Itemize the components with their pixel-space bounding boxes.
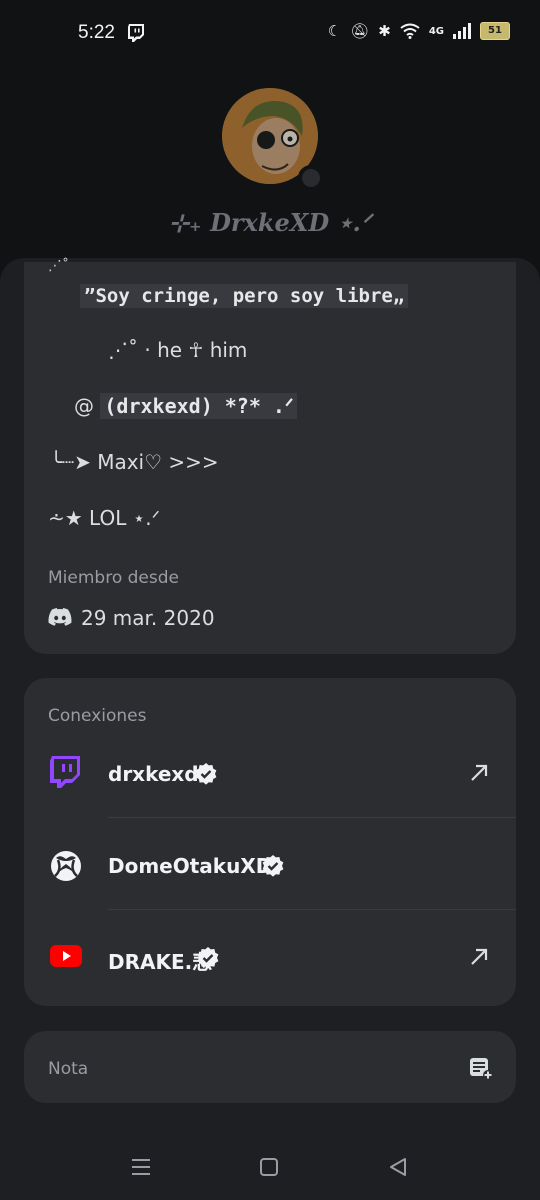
add-note-icon[interactable] (469, 1056, 493, 1080)
status-time: 5:22 (78, 22, 115, 43)
youtube-icon (50, 945, 82, 967)
battery-icon: 51 (480, 22, 510, 40)
connection-row-xbox[interactable]: DomeOtakuXD (24, 820, 516, 912)
home-icon[interactable] (259, 1157, 279, 1177)
external-link-icon[interactable] (468, 946, 490, 968)
bio-line-maxi: ╰┈➤ Maxi♡ >>> (50, 450, 219, 474)
bio-handle: @ (drxkexd) *?* .ᐟ (74, 393, 298, 419)
bio-quote-text: ”Soy cringe, pero soy libre„ (80, 284, 409, 308)
note-label: Nota (48, 1059, 89, 1079)
wifi-icon (400, 23, 420, 39)
external-link-icon[interactable] (468, 762, 490, 784)
discord-icon (48, 608, 72, 626)
connection-name: drxkexd (108, 762, 199, 786)
bio-line-lol: ⩪★ LOL ⋆.ᐟ (48, 506, 161, 530)
bio-handle-code: (drxkexd) *?* .ᐟ (100, 393, 298, 419)
bluetooth-icon: ✱ (378, 22, 391, 40)
divider (108, 909, 516, 910)
signal-icon (453, 23, 471, 39)
bio-sparkle: ⋰˚ (48, 258, 69, 274)
status-icons: ☾ 🔕︎ ✱ 4G 51 (328, 22, 510, 40)
xbox-icon (51, 851, 81, 881)
verified-icon (195, 763, 217, 785)
twitch-notification-icon (128, 24, 144, 42)
divider (108, 817, 516, 818)
system-navigation-bar (0, 1134, 540, 1200)
connection-row-twitch[interactable]: drxkexd (24, 728, 516, 820)
recents-icon[interactable] (131, 1157, 151, 1177)
display-name: ⊹₊ DrxkeXD ⋆.ᐟ (168, 208, 372, 237)
bio-pronouns: ⋰˚ · he ☥ him (108, 338, 248, 362)
twitch-icon (50, 756, 80, 788)
bio-quote: ”Soy cringe, pero soy libre„ (80, 283, 409, 308)
note-card[interactable] (24, 1031, 516, 1103)
verified-icon (197, 947, 219, 969)
moon-icon: ☾ (327, 22, 342, 40)
member-since-label: Miembro desde (48, 568, 179, 588)
verified-icon (262, 855, 284, 877)
member-since-date: 29 mar. 2020 (81, 606, 215, 630)
bio-handle-at: @ (74, 394, 94, 418)
network-type: 4G (428, 25, 444, 37)
status-indicator (298, 165, 324, 191)
connections-title: Conexiones (48, 706, 147, 726)
connection-row-youtube[interactable]: DRAKE.悲 (24, 912, 516, 1004)
status-bar: 5:22 ☾ 🔕︎ ✱ 4G 51 (0, 0, 540, 66)
mute-bell-icon: 🔕︎ (350, 22, 370, 40)
back-icon[interactable] (388, 1157, 408, 1177)
connection-name: DomeOtakuXD (108, 854, 273, 878)
